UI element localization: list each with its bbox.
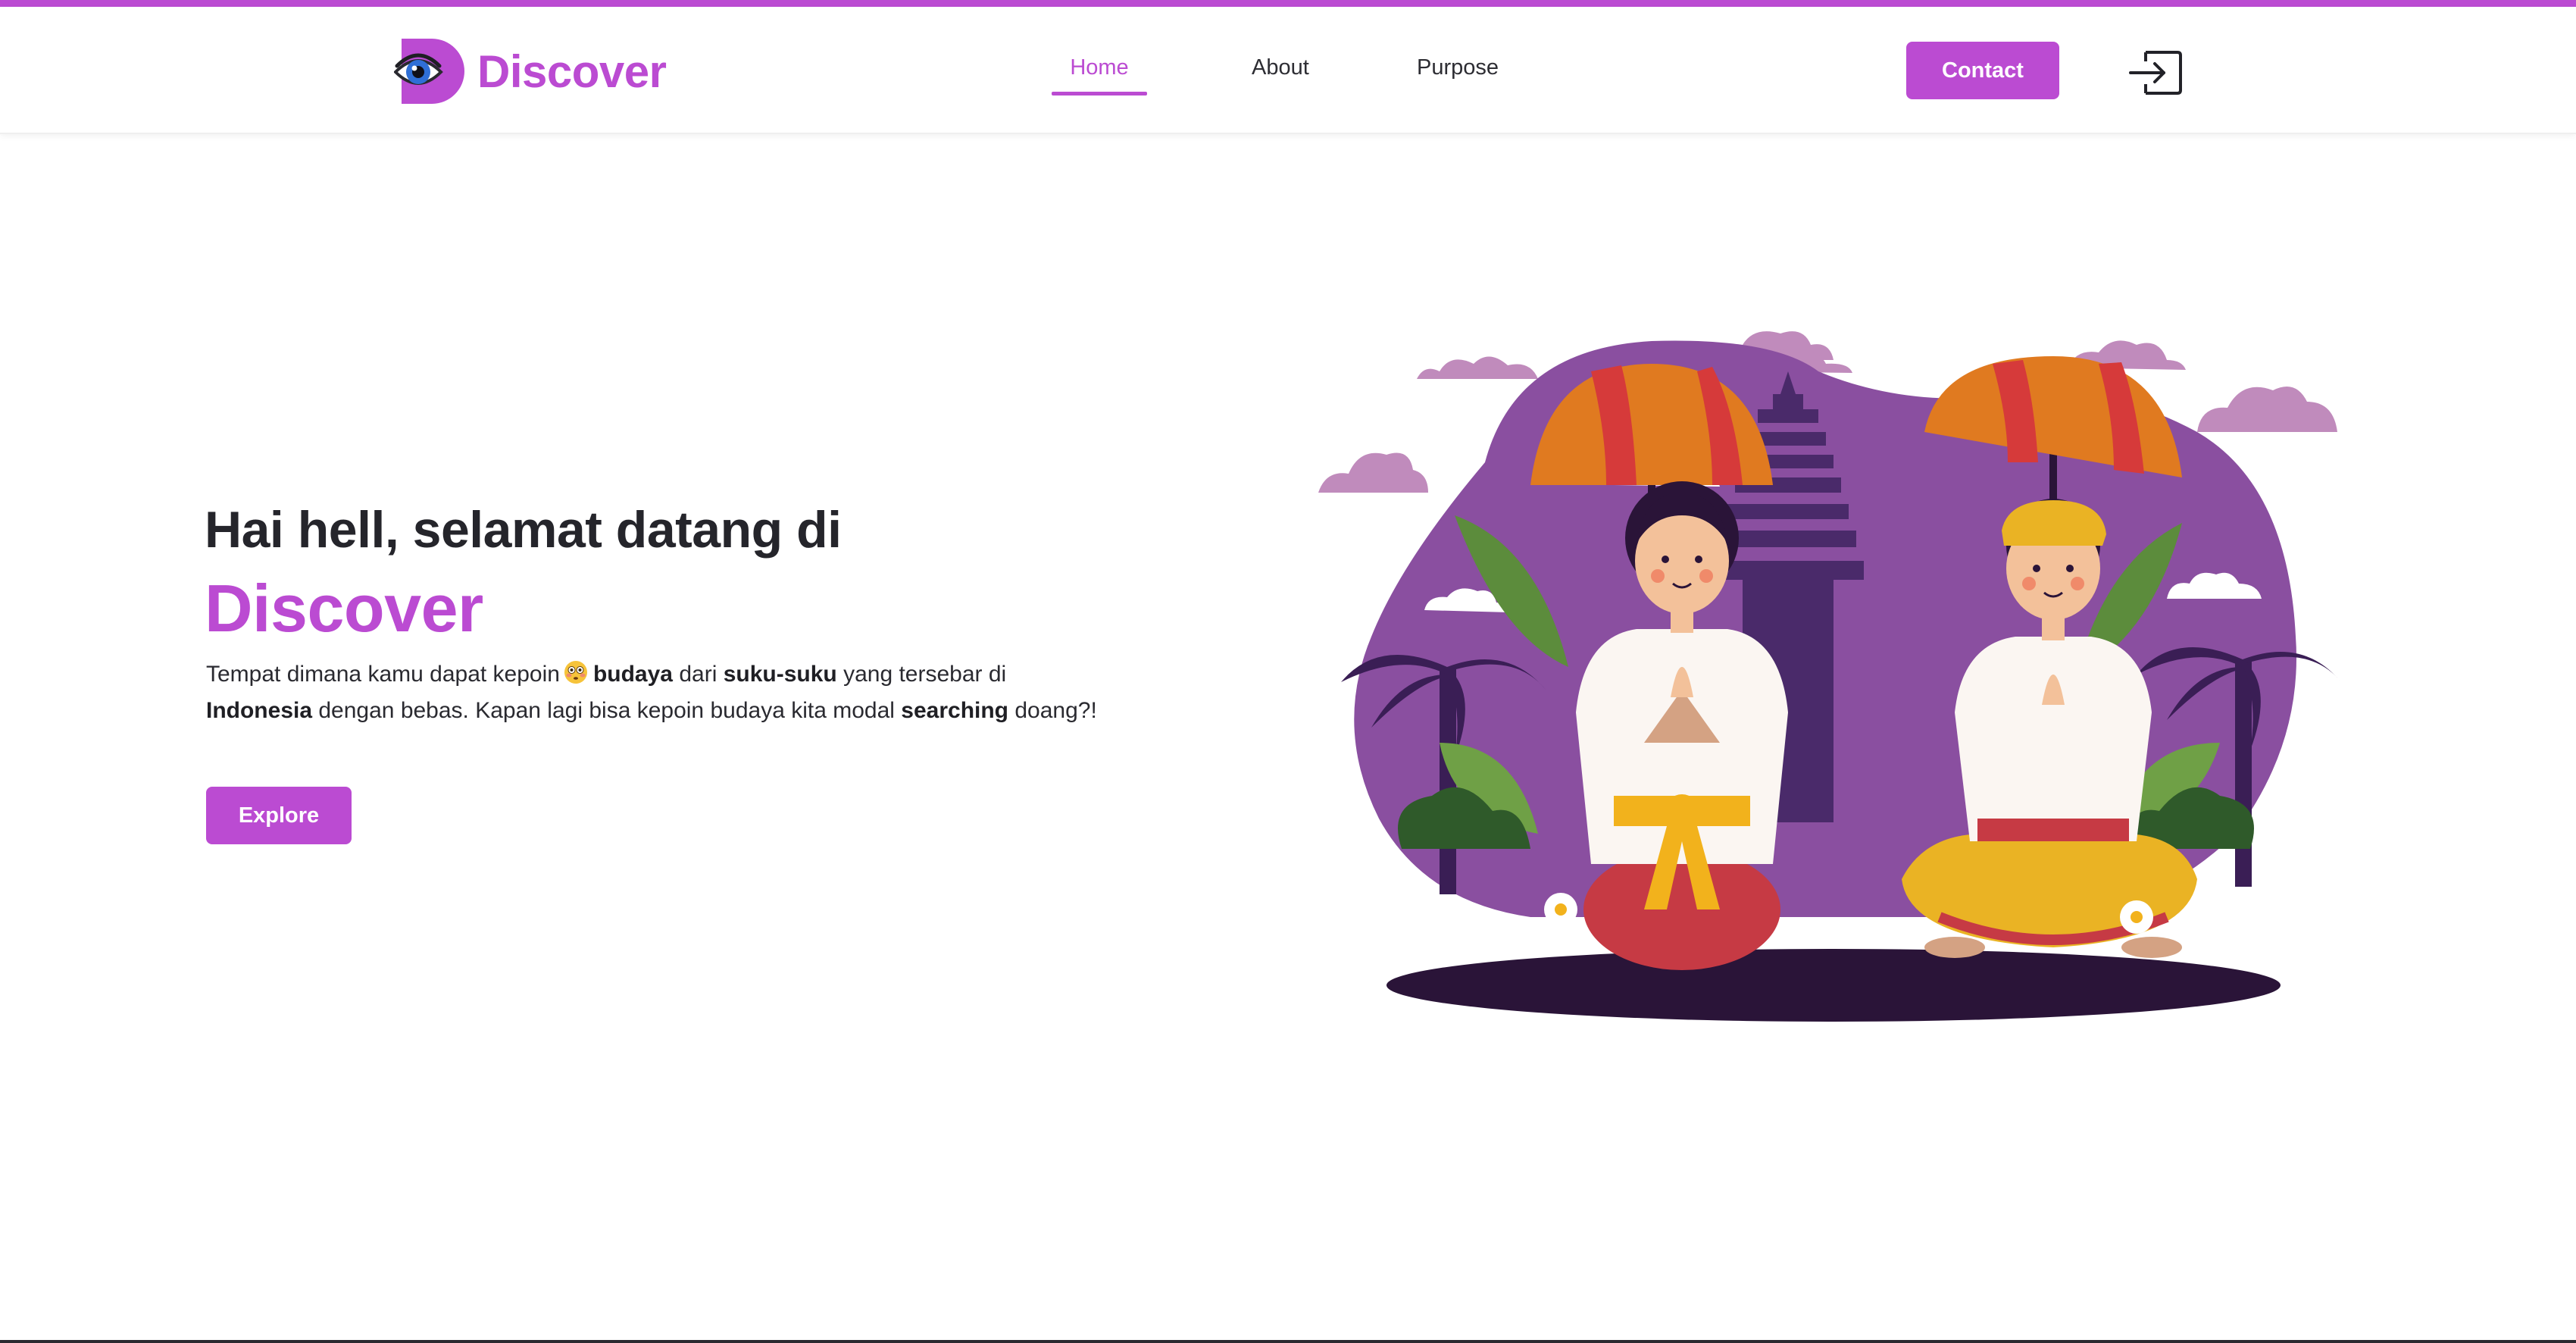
discover-logo-icon	[394, 39, 464, 104]
nav-about-link[interactable]: About	[1252, 55, 1309, 80]
desc-bold-searching: searching	[901, 698, 1009, 723]
brand-name: Discover	[477, 45, 667, 97]
page: Discover Home About Purpose Contact Hai …	[0, 0, 2576, 1343]
hero-description: Tempat dimana kamu dapat kepoin budaya d…	[206, 656, 1100, 729]
login-icon[interactable]	[2127, 48, 2184, 98]
desc-text: dengan bebas. Kapan lagi bisa kepoin bud…	[318, 698, 895, 723]
explore-button[interactable]: Explore	[206, 787, 352, 844]
nav-home-link[interactable]: Home	[1052, 55, 1147, 80]
top-accent-bar	[0, 0, 2576, 7]
flushed-face-emoji-icon	[564, 661, 587, 684]
desc-text: doang?!	[1014, 698, 1097, 723]
hero-brand-name: Discover	[205, 571, 483, 646]
contact-button[interactable]: Contact	[1906, 42, 2059, 99]
hero-title: Hai hell, selamat datang di	[205, 501, 842, 559]
desc-bold-budaya: budaya	[592, 662, 673, 687]
bottom-divider	[0, 1340, 2576, 1343]
navbar: Discover Home About Purpose Contact	[0, 7, 2576, 134]
nav-active-underline	[1052, 92, 1147, 95]
nav-purpose-link[interactable]: Purpose	[1417, 55, 1499, 80]
brand-logo-link[interactable]: Discover	[394, 36, 667, 107]
desc-bold-indonesia: Indonesia	[206, 698, 313, 723]
ground-shadow	[1386, 949, 2281, 1022]
desc-text: dari	[679, 662, 717, 687]
desc-bold-suku: suku-suku	[723, 662, 837, 687]
balinese-couple-illustration	[1318, 331, 2341, 1022]
desc-text: yang tersebar di	[843, 662, 1007, 687]
desc-text: Tempat dimana kamu dapat kepoin	[206, 662, 560, 687]
